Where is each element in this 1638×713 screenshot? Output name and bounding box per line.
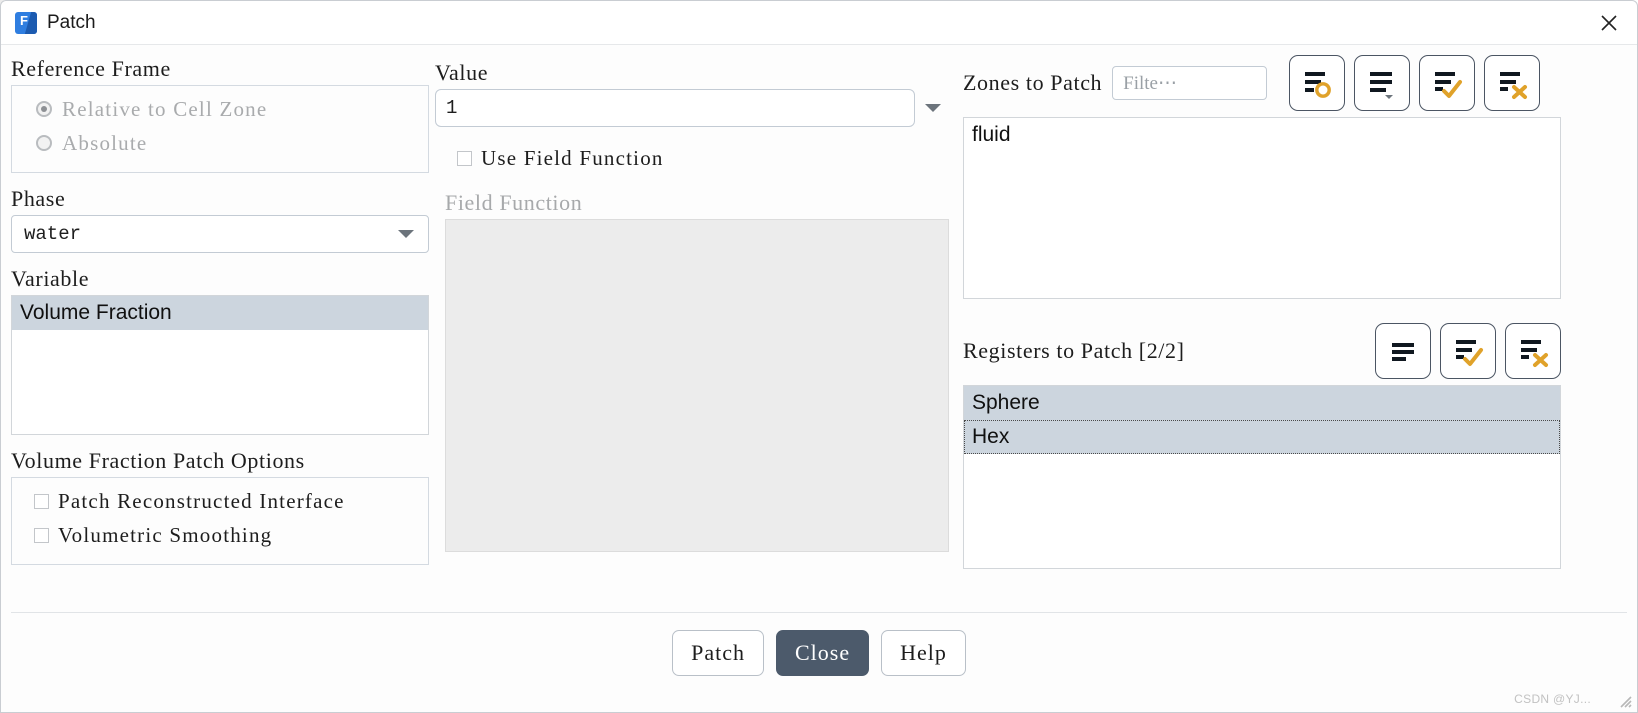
- radio-icon: [36, 135, 52, 151]
- patch-button[interactable]: Patch: [672, 630, 764, 676]
- registers-listbox[interactable]: Sphere Hex: [963, 385, 1561, 569]
- phase-combobox[interactable]: water: [11, 215, 429, 253]
- checkbox-icon: [34, 527, 49, 543]
- list-item-label: Sphere: [972, 391, 1040, 414]
- checkbox-label: Patch Reconstructed Interface: [58, 488, 345, 513]
- close-button[interactable]: Close: [776, 630, 870, 676]
- variable-listbox[interactable]: Volume Fraction: [11, 295, 429, 435]
- right-column: Zones to Patch Filte⋯ fluid Registers to…: [963, 55, 1561, 569]
- field-function-label: Field Function: [445, 190, 583, 215]
- checkbox-label: Volumetric Smoothing: [58, 522, 273, 547]
- watermark: CSDN @YJ...: [1514, 692, 1591, 706]
- variable-label: Variable: [11, 266, 90, 291]
- zones-filter-placeholder: Filte⋯: [1123, 72, 1177, 94]
- checkbox-use-field-function[interactable]: Use Field Function: [435, 141, 955, 175]
- list-item[interactable]: Volume Fraction: [12, 296, 428, 330]
- phase-value: water: [24, 223, 82, 245]
- radio-label: Relative to Cell Zone: [62, 96, 268, 121]
- list-options-button[interactable]: [1375, 323, 1431, 379]
- close-button-label: Close: [795, 640, 851, 665]
- list-item-label: Hex: [972, 425, 1010, 448]
- middle-column: Value 1 Use Field Function Field Functio…: [435, 55, 955, 552]
- list-item[interactable]: Hex: [964, 420, 1560, 454]
- reference-frame-group: Relative to Cell Zone Absolute: [11, 85, 429, 173]
- deselect-all-button[interactable]: [1505, 323, 1561, 379]
- resize-grip[interactable]: [1616, 692, 1632, 708]
- checkbox-volumetric-smoothing[interactable]: Volumetric Smoothing: [22, 518, 418, 552]
- zones-to-patch-label: Zones to Patch: [963, 70, 1103, 95]
- zones-filter-input[interactable]: Filte⋯: [1112, 66, 1268, 100]
- select-all-button[interactable]: [1419, 55, 1476, 111]
- list-item-label: Volume Fraction: [20, 301, 172, 324]
- help-button-label: Help: [900, 640, 947, 665]
- zones-toolbar: [1289, 55, 1541, 111]
- checkbox-icon: [457, 150, 472, 166]
- dialog-body: Reference Frame Relative to Cell Zone Ab…: [1, 45, 1637, 712]
- list-item[interactable]: Sphere: [964, 386, 1560, 420]
- new-register-button[interactable]: [1289, 55, 1346, 111]
- radio-absolute[interactable]: Absolute: [22, 126, 418, 160]
- checkbox-icon: [34, 493, 49, 509]
- chevron-down-icon: [398, 230, 414, 238]
- radio-label: Absolute: [62, 130, 148, 155]
- patch-options-group: Patch Reconstructed Interface Volumetric…: [11, 477, 429, 565]
- checkbox-patch-reconstructed-interface[interactable]: Patch Reconstructed Interface: [22, 484, 418, 518]
- help-button[interactable]: Help: [881, 630, 966, 676]
- value-input[interactable]: 1: [435, 89, 915, 127]
- patch-options-label: Volume Fraction Patch Options: [11, 448, 305, 473]
- list-item-label: fluid: [972, 123, 1011, 146]
- fluent-f-icon: [15, 11, 37, 34]
- field-function-listbox[interactable]: [445, 219, 949, 552]
- left-column: Reference Frame Relative to Cell Zone Ab…: [11, 55, 429, 565]
- reference-frame-label: Reference Frame: [11, 56, 171, 81]
- patch-dialog: Patch Reference Frame Relative to Cell Z…: [0, 0, 1638, 713]
- patch-button-label: Patch: [691, 640, 745, 665]
- select-all-button[interactable]: [1440, 323, 1496, 379]
- window-title: Patch: [47, 11, 96, 33]
- phase-label: Phase: [11, 186, 66, 211]
- value-text: 1: [446, 97, 458, 119]
- list-options-button[interactable]: [1354, 55, 1411, 111]
- list-item[interactable]: fluid: [964, 118, 1560, 152]
- radio-relative-to-cell-zone[interactable]: Relative to Cell Zone: [22, 92, 418, 126]
- checkbox-label: Use Field Function: [481, 145, 664, 170]
- value-label: Value: [435, 60, 489, 85]
- dialog-button-bar: Patch Close Help: [11, 612, 1627, 676]
- deselect-all-button[interactable]: [1484, 55, 1541, 111]
- registers-toolbar: [1375, 323, 1561, 379]
- zones-listbox[interactable]: fluid: [963, 117, 1561, 299]
- close-icon[interactable]: [1589, 6, 1629, 40]
- title-bar: Patch: [1, 1, 1637, 45]
- registers-to-patch-label: Registers to Patch [2/2]: [963, 338, 1185, 363]
- radio-icon: [36, 101, 52, 117]
- triangle-down-icon[interactable]: [925, 104, 941, 112]
